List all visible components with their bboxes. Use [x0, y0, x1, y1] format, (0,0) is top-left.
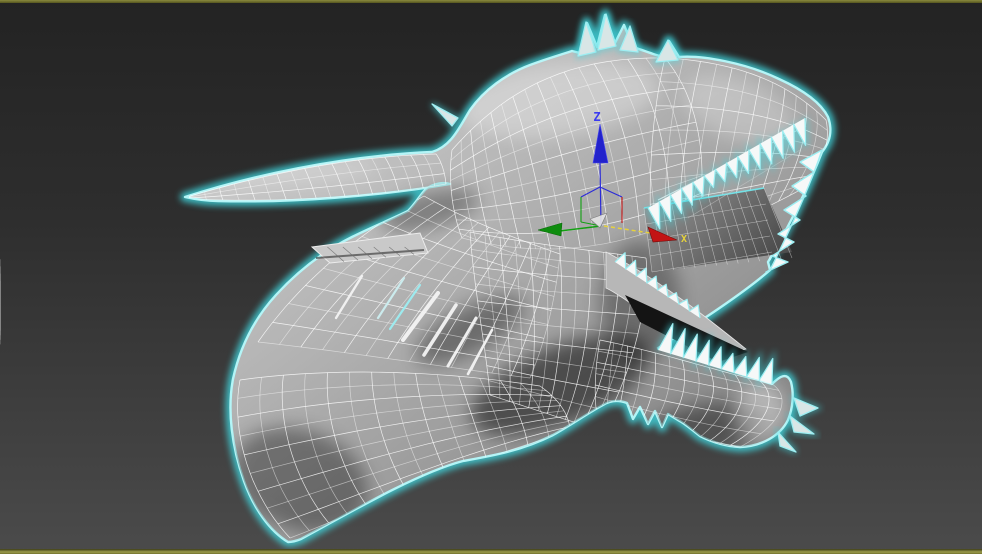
gizmo-x-label: X	[681, 234, 687, 245]
viewport-canvas[interactable]: Z X	[0, 0, 982, 554]
active-viewport-border-top	[0, 0, 982, 3]
active-viewport-border-bottom	[0, 549, 982, 554]
dragon-head-wireframe-model[interactable]	[0, 6, 836, 551]
gizmo-z-label: Z	[593, 110, 600, 124]
viewport[interactable]: Z X	[0, 0, 982, 554]
